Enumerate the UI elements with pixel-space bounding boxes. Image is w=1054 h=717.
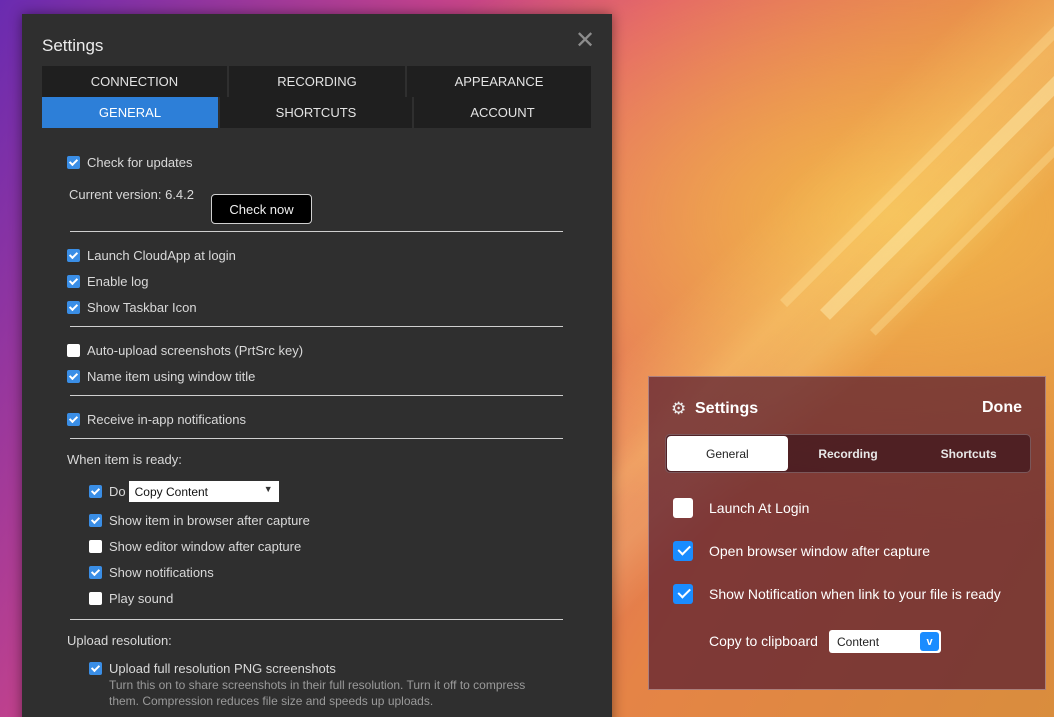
enable-log-label: Enable log	[87, 274, 149, 289]
receive-notifications-label: Receive in-app notifications	[87, 412, 246, 427]
when-ready-heading: When item is ready:	[67, 452, 182, 467]
launch-at-login-checkbox[interactable]	[67, 249, 80, 262]
check-now-button[interactable]: Check now	[211, 194, 312, 224]
upload-full-res-label: Upload full resolution PNG screenshots	[109, 661, 336, 676]
check-for-updates-row: Check for updates	[67, 155, 193, 170]
mac-launch-at-login-label: Launch At Login	[709, 500, 810, 516]
mac-open-browser-checkbox[interactable]	[673, 541, 693, 561]
upload-full-res-checkbox[interactable]	[89, 662, 102, 675]
tab-recording[interactable]: Recording	[788, 436, 909, 471]
mac-copy-to-clipboard-row: Copy to clipboard	[709, 633, 818, 649]
when-ready-heading-row: When item is ready:	[67, 452, 182, 467]
auto-upload-row: Auto-upload screenshots (PrtSrc key)	[67, 343, 303, 358]
gear-icon: ⚙	[671, 399, 687, 418]
show-taskbar-icon-checkbox[interactable]	[67, 301, 80, 314]
show-taskbar-icon-row: Show Taskbar Icon	[67, 300, 197, 315]
settings-tabs: CONNECTION RECORDING APPEARANCE GENERAL …	[42, 66, 591, 128]
mac-show-notification-checkbox[interactable]	[673, 584, 693, 604]
tab-recording[interactable]: RECORDING	[229, 66, 405, 97]
receive-notifications-row: Receive in-app notifications	[67, 412, 246, 427]
launch-at-login-row: Launch CloudApp at login	[67, 248, 236, 263]
check-for-updates-checkbox[interactable]	[67, 156, 80, 169]
chevron-down-icon[interactable]: v	[920, 632, 939, 651]
auto-upload-checkbox[interactable]	[67, 344, 80, 357]
close-icon[interactable]: ✕	[575, 29, 595, 53]
show-in-browser-row: Show item in browser after capture	[89, 513, 310, 528]
upload-full-res-row: Upload full resolution PNG screenshots	[89, 661, 336, 676]
current-version-row: Current version: 6.4.2	[69, 187, 194, 202]
done-button[interactable]: Done	[982, 399, 1022, 417]
show-notifications-checkbox[interactable]	[89, 566, 102, 579]
window-title: Settings	[42, 36, 104, 55]
mac-settings-panel: ⚙ Settings Done General Recording Shortc…	[648, 376, 1046, 690]
mac-launch-at-login-checkbox[interactable]	[673, 498, 693, 518]
tab-appearance[interactable]: APPEARANCE	[407, 66, 591, 97]
enable-log-row: Enable log	[67, 274, 148, 289]
name-item-row: Name item using window title	[67, 369, 255, 384]
do-action-selected-value: Copy Content	[134, 484, 209, 499]
background-stripe	[780, 3, 1054, 308]
show-editor-checkbox[interactable]	[89, 540, 102, 553]
windows-settings-window: Settings ✕ CONNECTION RECORDING APPEARAN…	[22, 14, 612, 717]
show-editor-row: Show editor window after capture	[89, 539, 301, 554]
show-taskbar-icon-label: Show Taskbar Icon	[87, 300, 197, 315]
divider	[70, 231, 563, 232]
check-for-updates-label: Check for updates	[87, 155, 193, 170]
mac-open-browser-row: Open browser window after capture	[673, 541, 930, 561]
upload-full-res-description: Turn this on to share screenshots in the…	[109, 678, 526, 708]
play-sound-checkbox[interactable]	[89, 592, 102, 605]
divider	[70, 395, 563, 396]
name-item-checkbox[interactable]	[67, 370, 80, 383]
show-notifications-label: Show notifications	[109, 565, 214, 580]
show-notifications-row: Show notifications	[89, 565, 214, 580]
do-action-checkbox[interactable]	[89, 485, 102, 498]
mac-copy-to-clipboard-label: Copy to clipboard	[709, 633, 818, 649]
show-in-browser-checkbox[interactable]	[89, 514, 102, 527]
divider	[70, 619, 563, 620]
upload-resolution-heading: Upload resolution:	[67, 633, 172, 648]
enable-log-checkbox[interactable]	[67, 275, 80, 288]
copy-to-clipboard-selected-value: Content	[837, 634, 880, 649]
do-action-row: Do Copy Content ▼	[89, 481, 279, 502]
mac-show-notification-row: Show Notification when link to your file…	[673, 584, 1001, 604]
divider	[70, 326, 563, 327]
divider	[70, 438, 563, 439]
tab-account[interactable]: ACCOUNT	[414, 97, 591, 128]
do-action-label: Do	[109, 484, 126, 499]
show-in-browser-label: Show item in browser after capture	[109, 513, 310, 528]
tab-general[interactable]: General	[667, 436, 788, 471]
show-editor-label: Show editor window after capture	[109, 539, 302, 554]
upload-resolution-heading-row: Upload resolution:	[67, 633, 172, 648]
play-sound-row: Play sound	[89, 591, 173, 606]
current-version-text: Current version: 6.4.2	[69, 187, 195, 202]
auto-upload-label: Auto-upload screenshots (PrtSrc key)	[87, 343, 304, 358]
mac-open-browser-label: Open browser window after capture	[709, 543, 930, 559]
tab-shortcuts[interactable]: SHORTCUTS	[220, 97, 412, 128]
tab-shortcuts[interactable]: Shortcuts	[908, 436, 1029, 471]
tab-connection[interactable]: CONNECTION	[42, 66, 227, 97]
launch-at-login-label: Launch CloudApp at login	[87, 248, 236, 263]
mac-settings-title: Settings	[695, 400, 759, 417]
mac-show-notification-label: Show Notification when link to your file…	[709, 586, 1001, 602]
chevron-down-icon: ▼	[263, 484, 273, 494]
tab-general[interactable]: GENERAL	[42, 97, 218, 128]
mac-launch-at-login-row: Launch At Login	[673, 498, 809, 518]
play-sound-label: Play sound	[109, 591, 174, 606]
receive-notifications-checkbox[interactable]	[67, 413, 80, 426]
copy-to-clipboard-select[interactable]: Content v	[829, 630, 941, 653]
name-item-label: Name item using window title	[87, 369, 256, 384]
mac-tabs: General Recording Shortcuts	[665, 434, 1031, 473]
do-action-select[interactable]: Copy Content ▼	[128, 481, 279, 502]
